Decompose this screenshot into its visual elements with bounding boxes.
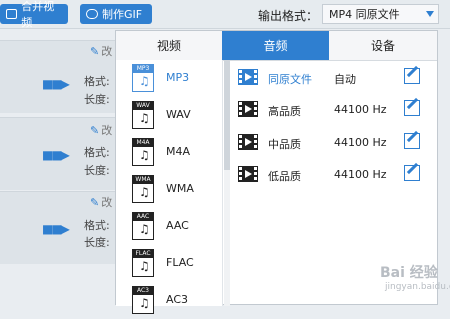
audio-file-icon: WAV ♫ bbox=[132, 101, 154, 129]
tab-audio[interactable]: 音频 bbox=[222, 31, 329, 60]
audio-file-icon: WMA ♫ bbox=[132, 175, 154, 203]
make-gif-button[interactable]: 制作GIF bbox=[80, 4, 152, 24]
edit-name-button[interactable]: ✎ 改 bbox=[90, 122, 112, 138]
chevron-down-icon bbox=[426, 11, 434, 17]
audio-format-list: MP3 ♫ MP3 WAV ♫ WAV M4A ♫ M4A WMA ♫ WMA AAC ♫… bbox=[116, 60, 223, 314]
edit-icon[interactable] bbox=[404, 65, 420, 84]
quality-name: 高品质 bbox=[268, 105, 301, 118]
format-item-wma[interactable]: WMA ♫ WMA bbox=[116, 171, 222, 208]
format-item-mp3[interactable]: MP3 ♫ MP3 bbox=[116, 60, 222, 97]
edit-name-button[interactable]: ✎ 改 bbox=[90, 194, 112, 210]
length-label: 长度: bbox=[84, 164, 110, 177]
merge-video-button[interactable]: 合并视频 bbox=[0, 0, 68, 29]
quality-item-high[interactable]: 高品质 44100 Hz bbox=[234, 97, 434, 121]
convert-arrow-icon: ■■▶ bbox=[42, 148, 70, 162]
format-label: 格式: bbox=[84, 146, 110, 159]
make-gif-label: 制作GIF bbox=[102, 8, 143, 21]
film-icon bbox=[238, 134, 258, 150]
format-item-wav[interactable]: WAV ♫ WAV bbox=[116, 97, 222, 134]
quality-item-low[interactable]: 低品质 44100 Hz bbox=[234, 162, 434, 186]
film-icon bbox=[238, 101, 258, 117]
file-row[interactable]: ✎ 改 ■■▶ 格式: 长度: bbox=[0, 191, 115, 264]
quality-name: 同原文件 bbox=[268, 73, 312, 86]
film-icon bbox=[238, 166, 258, 182]
watermark-url: jingyan.baidu.com bbox=[385, 282, 450, 292]
length-label: 长度: bbox=[84, 93, 110, 106]
link-icon bbox=[86, 9, 98, 19]
top-toolbar: 合并视频 制作GIF 输出格式： MP4 同原文件 bbox=[0, 0, 450, 29]
output-format-label: 输出格式： bbox=[258, 9, 319, 23]
convert-arrow-icon: ■■▶ bbox=[42, 77, 70, 91]
format-category-tabs: 视频 音频 设备 bbox=[116, 31, 437, 61]
audio-file-icon: AC3 ♫ bbox=[132, 286, 154, 314]
watermark: Bai 经验 bbox=[380, 265, 438, 281]
format-label: 格式: bbox=[84, 75, 110, 88]
audio-file-icon: MP3 ♫ bbox=[132, 64, 154, 92]
tab-video[interactable]: 视频 bbox=[116, 31, 222, 60]
quality-item-medium[interactable]: 中品质 44100 Hz bbox=[234, 130, 434, 154]
file-row[interactable]: ✎ 改 ■■▶ 格式: 长度: bbox=[0, 40, 115, 113]
convert-arrow-icon: ■■▶ bbox=[42, 222, 70, 236]
length-label: 长度: bbox=[84, 236, 110, 249]
edit-icon[interactable] bbox=[404, 97, 420, 116]
quality-rate: 44100 Hz bbox=[334, 103, 387, 116]
audio-file-icon: FLAC ♫ bbox=[132, 249, 154, 277]
edit-icon[interactable] bbox=[404, 162, 420, 181]
quality-rate: 44100 Hz bbox=[334, 136, 387, 149]
file-row[interactable]: ✎ 改 ■■▶ 格式: 长度: bbox=[0, 117, 115, 190]
edit-name-button[interactable]: ✎ 改 bbox=[90, 43, 112, 59]
format-label: 格式: bbox=[84, 219, 110, 232]
tab-device[interactable]: 设备 bbox=[329, 31, 437, 60]
output-format-value: MP4 同原文件 bbox=[329, 8, 400, 21]
quality-rate: 自动 bbox=[334, 73, 356, 86]
merge-video-label: 合并视频 bbox=[21, 0, 55, 29]
edit-icon[interactable] bbox=[404, 130, 420, 149]
output-format-select[interactable]: MP4 同原文件 bbox=[322, 4, 439, 24]
format-item-flac[interactable]: FLAC ♫ FLAC bbox=[116, 245, 222, 282]
format-list-scrollbar[interactable] bbox=[224, 60, 230, 306]
quality-item-original[interactable]: 同原文件 自动 bbox=[234, 65, 434, 89]
format-item-aac[interactable]: AAC ♫ AAC bbox=[116, 208, 222, 245]
quality-name: 中品质 bbox=[268, 138, 301, 151]
film-icon bbox=[238, 69, 258, 85]
audio-file-icon: AAC ♫ bbox=[132, 212, 154, 240]
scrollbar-thumb[interactable] bbox=[224, 60, 230, 170]
format-item-m4a[interactable]: M4A ♫ M4A bbox=[116, 134, 222, 171]
format-item-ac3[interactable]: AC3 ♫ AC3 bbox=[116, 282, 222, 319]
quality-rate: 44100 Hz bbox=[334, 168, 387, 181]
quality-name: 低品质 bbox=[268, 170, 301, 183]
audio-file-icon: M4A ♫ bbox=[132, 138, 154, 166]
merge-icon bbox=[6, 9, 18, 19]
